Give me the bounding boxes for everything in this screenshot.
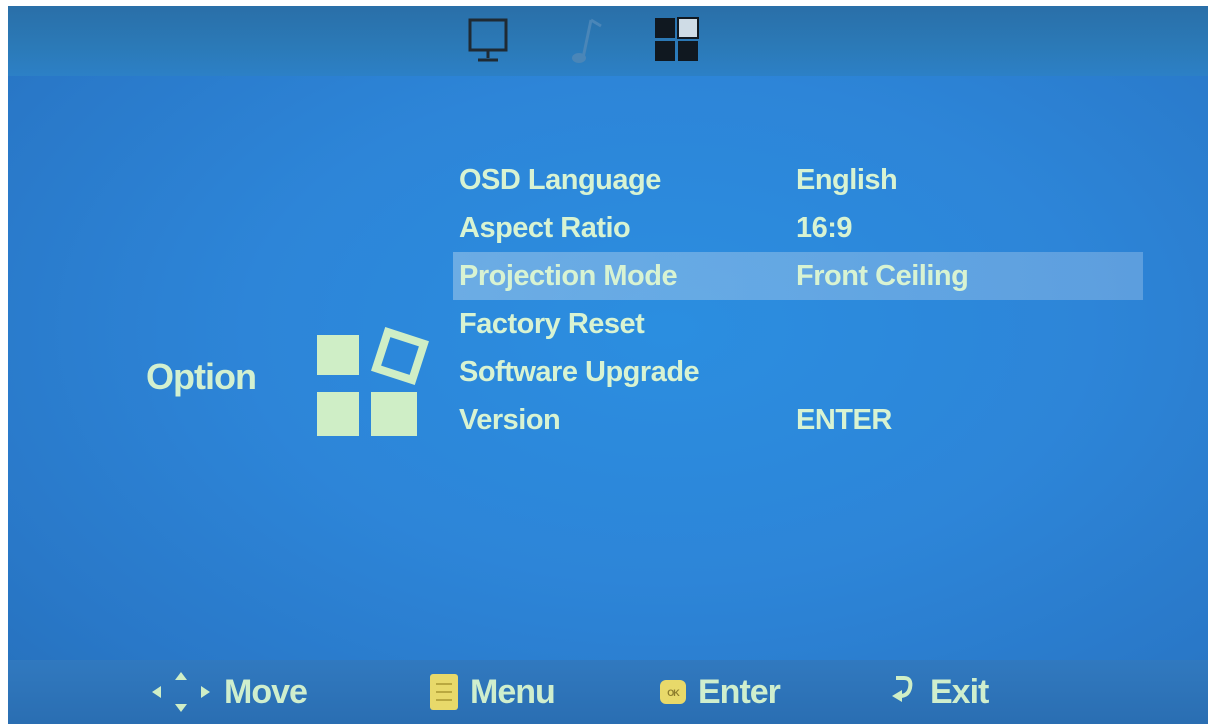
move-hint: Move xyxy=(148,672,308,712)
section-title: Option xyxy=(146,356,257,397)
menu-hint: Menu xyxy=(428,672,556,712)
osd-screen: Option OSD Language English Aspect Ratio… xyxy=(8,6,1208,724)
menu-item-label: Factory Reset xyxy=(459,308,645,340)
menu-key-icon xyxy=(430,674,458,710)
arrow-keys-icon xyxy=(152,672,210,712)
music-note-icon[interactable] xyxy=(561,14,611,66)
menu-item-label: Software Upgrade xyxy=(459,356,700,388)
move-label: Move xyxy=(224,672,308,711)
option-grid-icon xyxy=(314,318,434,443)
footer-hint-bar: Move Menu OK Enter Exit xyxy=(8,660,1208,724)
menu-item-factory-reset[interactable]: Factory Reset xyxy=(453,300,1143,348)
enter-hint: OK Enter xyxy=(658,672,781,712)
monitor-icon[interactable] xyxy=(464,14,514,66)
option-menu: OSD Language English Aspect Ratio 16:9 P… xyxy=(453,156,1143,444)
menu-item-value: ENTER xyxy=(796,404,892,436)
return-arrow-icon xyxy=(892,676,913,702)
menu-item-label: OSD Language xyxy=(459,164,661,196)
menu-item-value: 16:9 xyxy=(796,212,853,244)
svg-text:OK: OK xyxy=(667,688,680,698)
menu-item-value: Front Ceiling xyxy=(796,260,969,292)
exit-hint: Exit xyxy=(886,672,989,712)
menu-item-label: Projection Mode xyxy=(459,260,678,292)
option-grid-icon[interactable] xyxy=(652,14,702,66)
menu-item-label: Version xyxy=(459,404,561,436)
enter-label: Enter xyxy=(698,672,781,711)
menu-label: Menu xyxy=(470,672,556,711)
menu-item-aspect-ratio[interactable]: Aspect Ratio 16:9 xyxy=(453,204,1143,252)
menu-item-software-upgrade[interactable]: Software Upgrade xyxy=(453,348,1143,396)
top-tab-bar xyxy=(8,6,1208,76)
exit-label: Exit xyxy=(930,672,989,711)
enter-key-icon: OK xyxy=(660,680,686,704)
menu-item-value: English xyxy=(796,164,898,196)
menu-item-osd-language[interactable]: OSD Language English xyxy=(453,156,1143,204)
menu-item-label: Aspect Ratio xyxy=(459,212,631,244)
menu-item-version[interactable]: Version ENTER xyxy=(453,396,1143,444)
menu-item-projection-mode[interactable]: Projection Mode Front Ceiling xyxy=(453,252,1143,300)
